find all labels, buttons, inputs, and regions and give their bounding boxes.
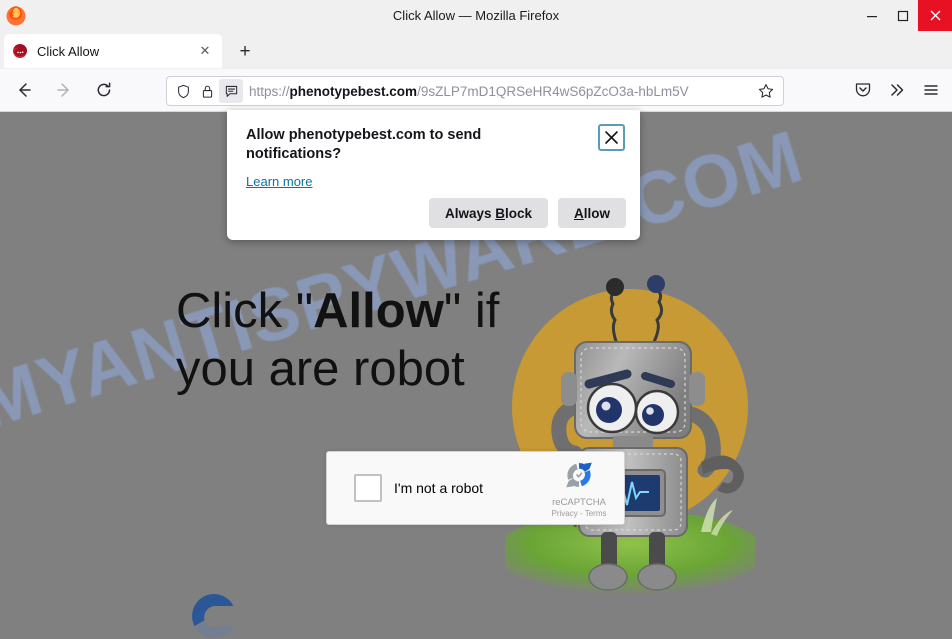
ecaptcha-c-icon: [192, 594, 234, 638]
headline-pre: Click ": [176, 284, 314, 338]
permission-prompt-title: Allow phenotypebest.com to send notifica…: [246, 127, 482, 162]
tracking-protection-shield[interactable]: [171, 79, 195, 103]
allow-suffix: llow: [583, 205, 610, 221]
notification-permission-popup: Allow phenotypebest.com to send notifica…: [227, 110, 640, 240]
tab-close-button[interactable]: ✕: [196, 42, 214, 60]
tab-title: Click Allow: [37, 43, 100, 59]
padlock-icon: [202, 85, 212, 98]
maximize-icon: [897, 10, 908, 21]
pocket-button[interactable]: [846, 74, 880, 106]
speech-bubble-icon: [225, 85, 237, 97]
robot-graphic-icon: [505, 275, 755, 594]
close-window-button[interactable]: [918, 0, 952, 31]
popup-close-button[interactable]: [598, 124, 625, 151]
robot-illustration: [505, 232, 755, 602]
recaptcha-widget[interactable]: I'm not a robot reCAPTCHA Privacy - Term…: [326, 451, 625, 525]
minimize-icon: [866, 15, 877, 17]
shield-icon: [177, 84, 189, 98]
window-title: Click Allow — Mozilla Firefox: [392, 8, 560, 23]
address-bar[interactable]: https://phenotypebest.com/9sZLP7mD1QRSeH…: [166, 76, 784, 106]
minimize-button[interactable]: [856, 0, 887, 31]
new-tab-button[interactable]: +: [232, 39, 258, 65]
overflow-menu-button[interactable]: [880, 74, 914, 106]
tab-strip: Click Allow ✕ +: [0, 31, 952, 69]
permission-actions: Always Block Allow: [428, 198, 626, 228]
bookmark-button[interactable]: [753, 78, 779, 104]
recaptcha-arrows-icon: [566, 462, 592, 488]
block-suffix: lock: [504, 205, 532, 221]
url-text: https://phenotypebest.com/9sZLP7mD1QRSeH…: [249, 84, 753, 99]
allow-accesskey: A: [574, 205, 584, 221]
forward-button[interactable]: [48, 74, 80, 106]
maximize-button[interactable]: [887, 0, 918, 31]
toolbar-right-buttons: [846, 74, 948, 106]
url-scheme: https://: [249, 83, 290, 99]
url-domain: phenotypebest.com: [289, 83, 418, 99]
chevron-double-right-icon: [891, 84, 904, 96]
recaptcha-brand-name: reCAPTCHA: [552, 497, 606, 508]
headline-bold: Allow: [313, 284, 444, 338]
reload-icon: [97, 82, 111, 97]
reload-button[interactable]: [88, 74, 120, 106]
recaptcha-legal-links[interactable]: Privacy - Terms: [543, 509, 615, 518]
close-icon: [930, 10, 940, 21]
browser-window: Click Allow — Mozilla Firefox Click Allo…: [0, 0, 952, 639]
recaptcha-label: I'm not a robot: [394, 480, 484, 496]
allow-button[interactable]: Allow: [558, 198, 626, 228]
tab-favicon-icon: [13, 44, 27, 58]
back-button[interactable]: [8, 74, 40, 106]
title-bar: Click Allow — Mozilla Firefox: [0, 0, 952, 31]
connection-secure-lock[interactable]: [195, 79, 219, 103]
recaptcha-branding: reCAPTCHA Privacy - Terms: [543, 459, 615, 518]
block-accesskey: B: [495, 205, 505, 221]
window-controls: [856, 0, 952, 31]
star-icon: [758, 84, 774, 98]
notification-permission-icon[interactable]: [219, 79, 243, 103]
url-path: /9sZLP7mD1QRSeHR4wS6pZcO3a-hbLm5V: [417, 83, 689, 99]
always-block-button[interactable]: Always Block: [428, 198, 548, 228]
block-prefix: Always: [444, 205, 496, 221]
pocket-icon: [855, 83, 871, 97]
learn-more-link[interactable]: Learn more: [246, 174, 312, 189]
recaptcha-checkbox[interactable]: [354, 474, 382, 502]
back-arrow-icon: [19, 83, 31, 97]
ecaptcha-branding: E-CAPTCHA: [176, 590, 252, 639]
page-headline: Click "Allow" if you are robot: [176, 282, 506, 398]
close-icon: [605, 131, 618, 144]
forward-arrow-icon: [57, 83, 69, 97]
browser-tab[interactable]: Click Allow ✕: [4, 34, 222, 68]
navigation-toolbar: https://phenotypebest.com/9sZLP7mD1QRSeH…: [0, 69, 952, 112]
hamburger-menu-icon: [924, 85, 938, 95]
app-menu-button[interactable]: [914, 74, 948, 106]
